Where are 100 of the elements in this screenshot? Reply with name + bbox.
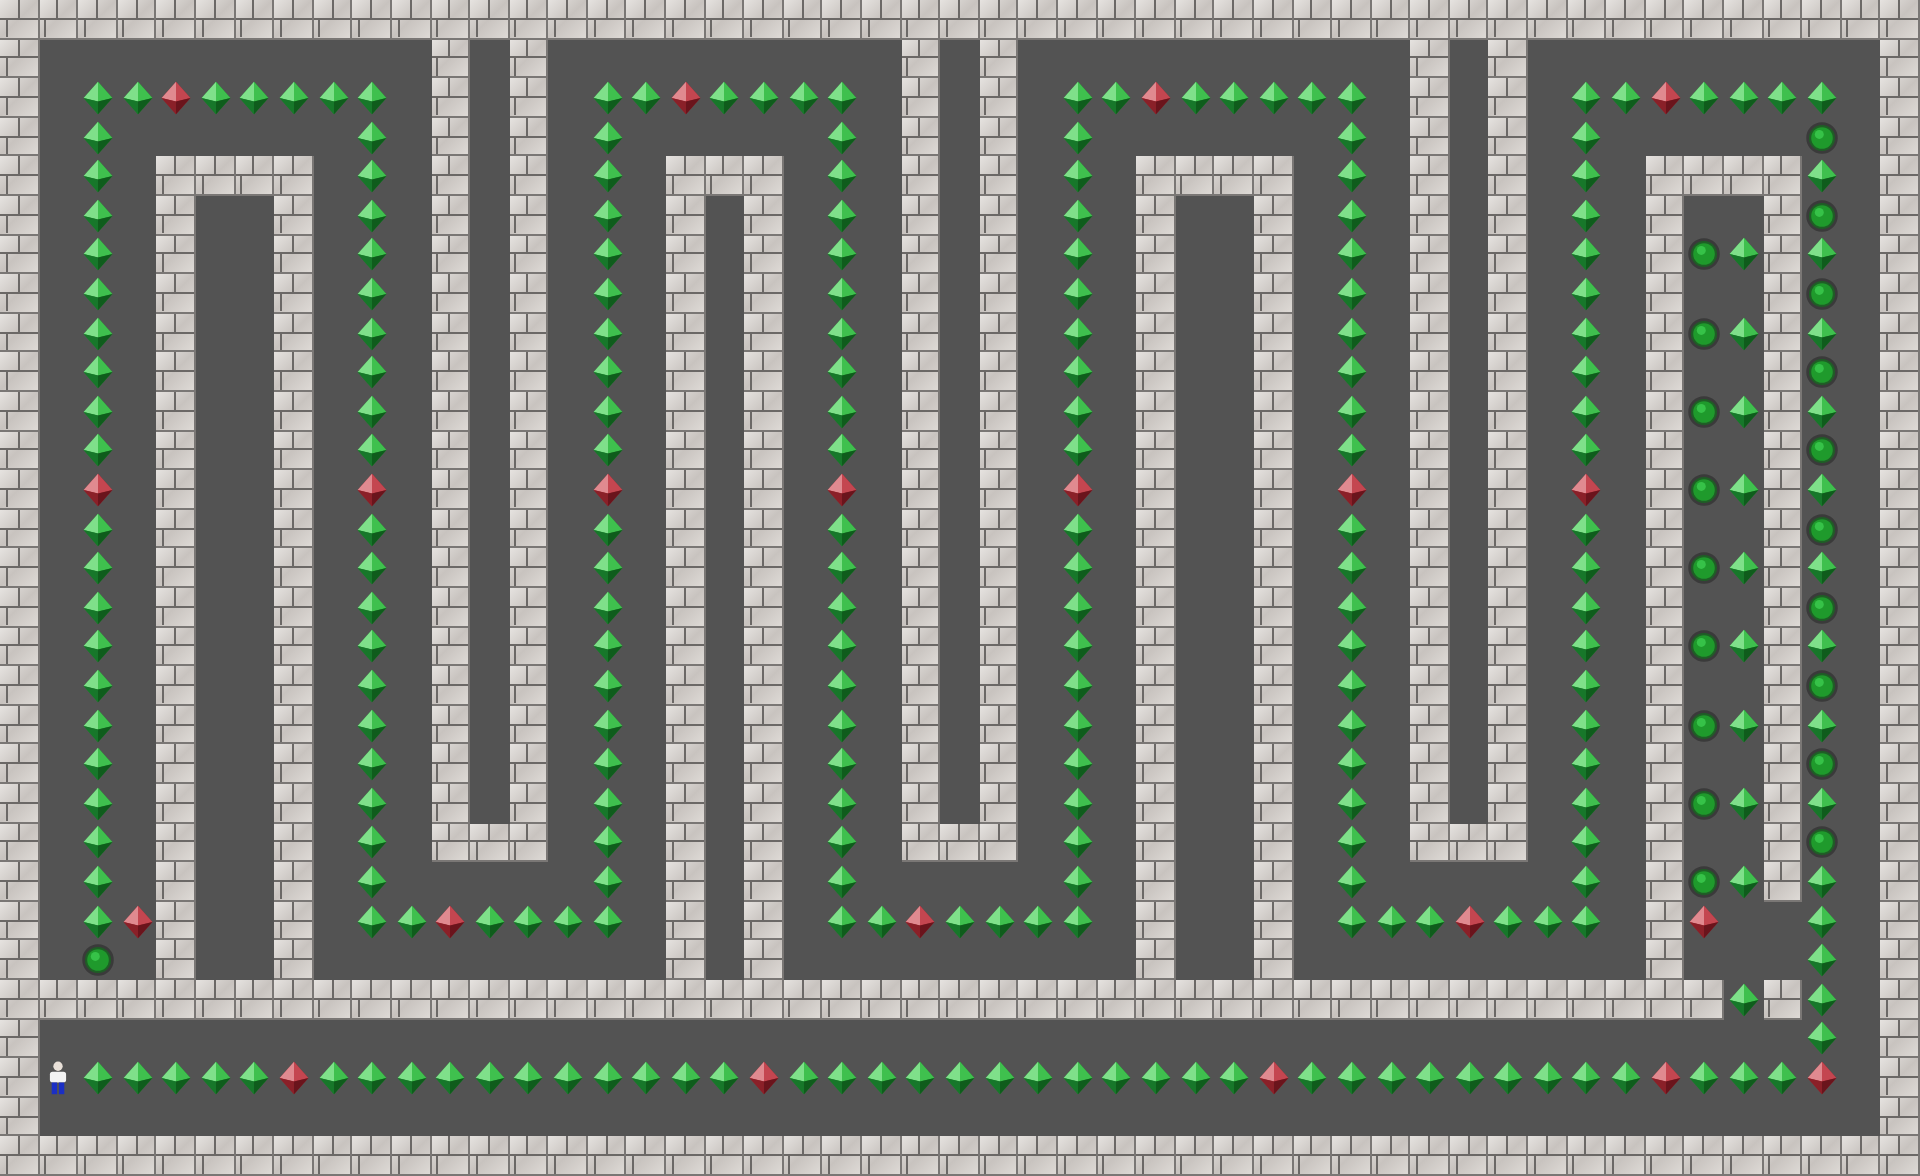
gem-icon <box>589 707 626 744</box>
gem-icon <box>354 197 391 234</box>
gem-icon <box>1059 589 1096 626</box>
gem-icon <box>1333 903 1370 940</box>
gem-icon <box>1059 236 1096 273</box>
gem-icon <box>902 903 939 940</box>
gem-icon <box>1059 511 1096 548</box>
gem-icon <box>79 824 116 861</box>
gem-icon <box>1490 1059 1527 1096</box>
gem-icon <box>1059 628 1096 665</box>
gem-icon <box>354 393 391 430</box>
gem-icon <box>589 236 626 273</box>
gem-icon <box>824 79 861 116</box>
gem-icon <box>1804 550 1841 587</box>
gem-icon <box>1333 667 1370 704</box>
gem-icon <box>236 79 273 116</box>
target-dot-icon <box>1686 315 1723 352</box>
gem-icon <box>1059 1059 1096 1096</box>
target-dot-icon <box>1804 511 1841 548</box>
gem-icon <box>1059 354 1096 391</box>
gem-icon <box>354 903 391 940</box>
gem-icon <box>628 79 665 116</box>
gem-icon <box>1764 79 1801 116</box>
gem-icon <box>1647 1059 1684 1096</box>
gem-icon <box>1568 275 1605 312</box>
gem-icon <box>1568 903 1605 940</box>
gem-icon <box>1608 79 1645 116</box>
gem-icon <box>706 79 743 116</box>
target-dot-icon <box>1686 393 1723 430</box>
gem-icon <box>1333 393 1370 430</box>
gem-icon <box>79 432 116 469</box>
gem-icon <box>471 903 508 940</box>
gem-icon <box>824 550 861 587</box>
gem-icon <box>1568 393 1605 430</box>
gem-icon <box>79 1059 116 1096</box>
gem-icon <box>1568 824 1605 861</box>
gem-icon <box>1333 119 1370 156</box>
gem-icon <box>1568 707 1605 744</box>
gem-icon <box>1451 1059 1488 1096</box>
gem-icon <box>354 432 391 469</box>
target-dot-icon <box>1804 275 1841 312</box>
target-dot-icon <box>1686 785 1723 822</box>
gem-icon <box>1373 903 1409 940</box>
gem-icon <box>1804 1020 1841 1057</box>
gem-icon <box>824 863 861 900</box>
gem-icon <box>79 197 116 234</box>
gem-icon <box>1333 315 1370 352</box>
gem-icon <box>1059 79 1096 116</box>
gem-icon <box>589 667 626 704</box>
gem-icon <box>1333 746 1370 783</box>
gem-icon <box>79 863 116 900</box>
target-dot-icon <box>1804 667 1841 704</box>
gem-icon <box>589 315 626 352</box>
gem-icon <box>1568 667 1605 704</box>
gem-icon <box>589 354 626 391</box>
gem-icon <box>589 550 626 587</box>
gem-icon <box>1686 79 1723 116</box>
gem-icon <box>589 432 626 469</box>
target-dot-icon <box>1804 119 1841 156</box>
gem-icon <box>1216 1059 1253 1096</box>
gem-icon <box>315 79 352 116</box>
gem-icon <box>1568 511 1605 548</box>
gem-icon <box>354 628 391 665</box>
gem-icon <box>354 863 391 900</box>
gem-icon <box>981 1059 1018 1096</box>
gem-icon <box>1333 275 1370 312</box>
gem-icon <box>1333 628 1370 665</box>
gem-icon <box>824 354 861 391</box>
gem-icon <box>1333 511 1370 548</box>
gem-icon <box>354 824 391 861</box>
gem-icon <box>79 550 116 587</box>
gem-icon <box>119 903 156 940</box>
gem-icon <box>1059 785 1096 822</box>
gem-icon <box>863 903 900 940</box>
gem-icon <box>354 275 391 312</box>
gem-icon <box>785 79 822 116</box>
gem-icon <box>1333 197 1370 234</box>
gem-icon <box>824 197 861 234</box>
gem-icon <box>824 785 861 822</box>
gem-icon <box>824 119 861 156</box>
gem-icon <box>1647 79 1684 116</box>
gem-icon <box>1568 158 1605 195</box>
gem-icon <box>1333 158 1370 195</box>
gem-icon <box>79 903 116 940</box>
gem-icon <box>824 903 861 940</box>
gem-icon <box>589 785 626 822</box>
gem-icon <box>1373 1059 1409 1096</box>
gem-icon <box>1059 119 1096 156</box>
gem-icon <box>1020 903 1057 940</box>
gem-icon <box>824 1059 861 1096</box>
gem-icon <box>746 79 783 116</box>
gem-icon <box>354 589 391 626</box>
gem-icon <box>354 79 391 116</box>
gem-icon <box>824 315 861 352</box>
target-dot-icon <box>1804 432 1841 469</box>
gem-icon <box>824 471 861 508</box>
target-dot-icon <box>1686 471 1723 508</box>
gem-icon <box>1333 1059 1370 1096</box>
gem-icon <box>79 746 116 783</box>
gem-icon <box>393 903 430 940</box>
